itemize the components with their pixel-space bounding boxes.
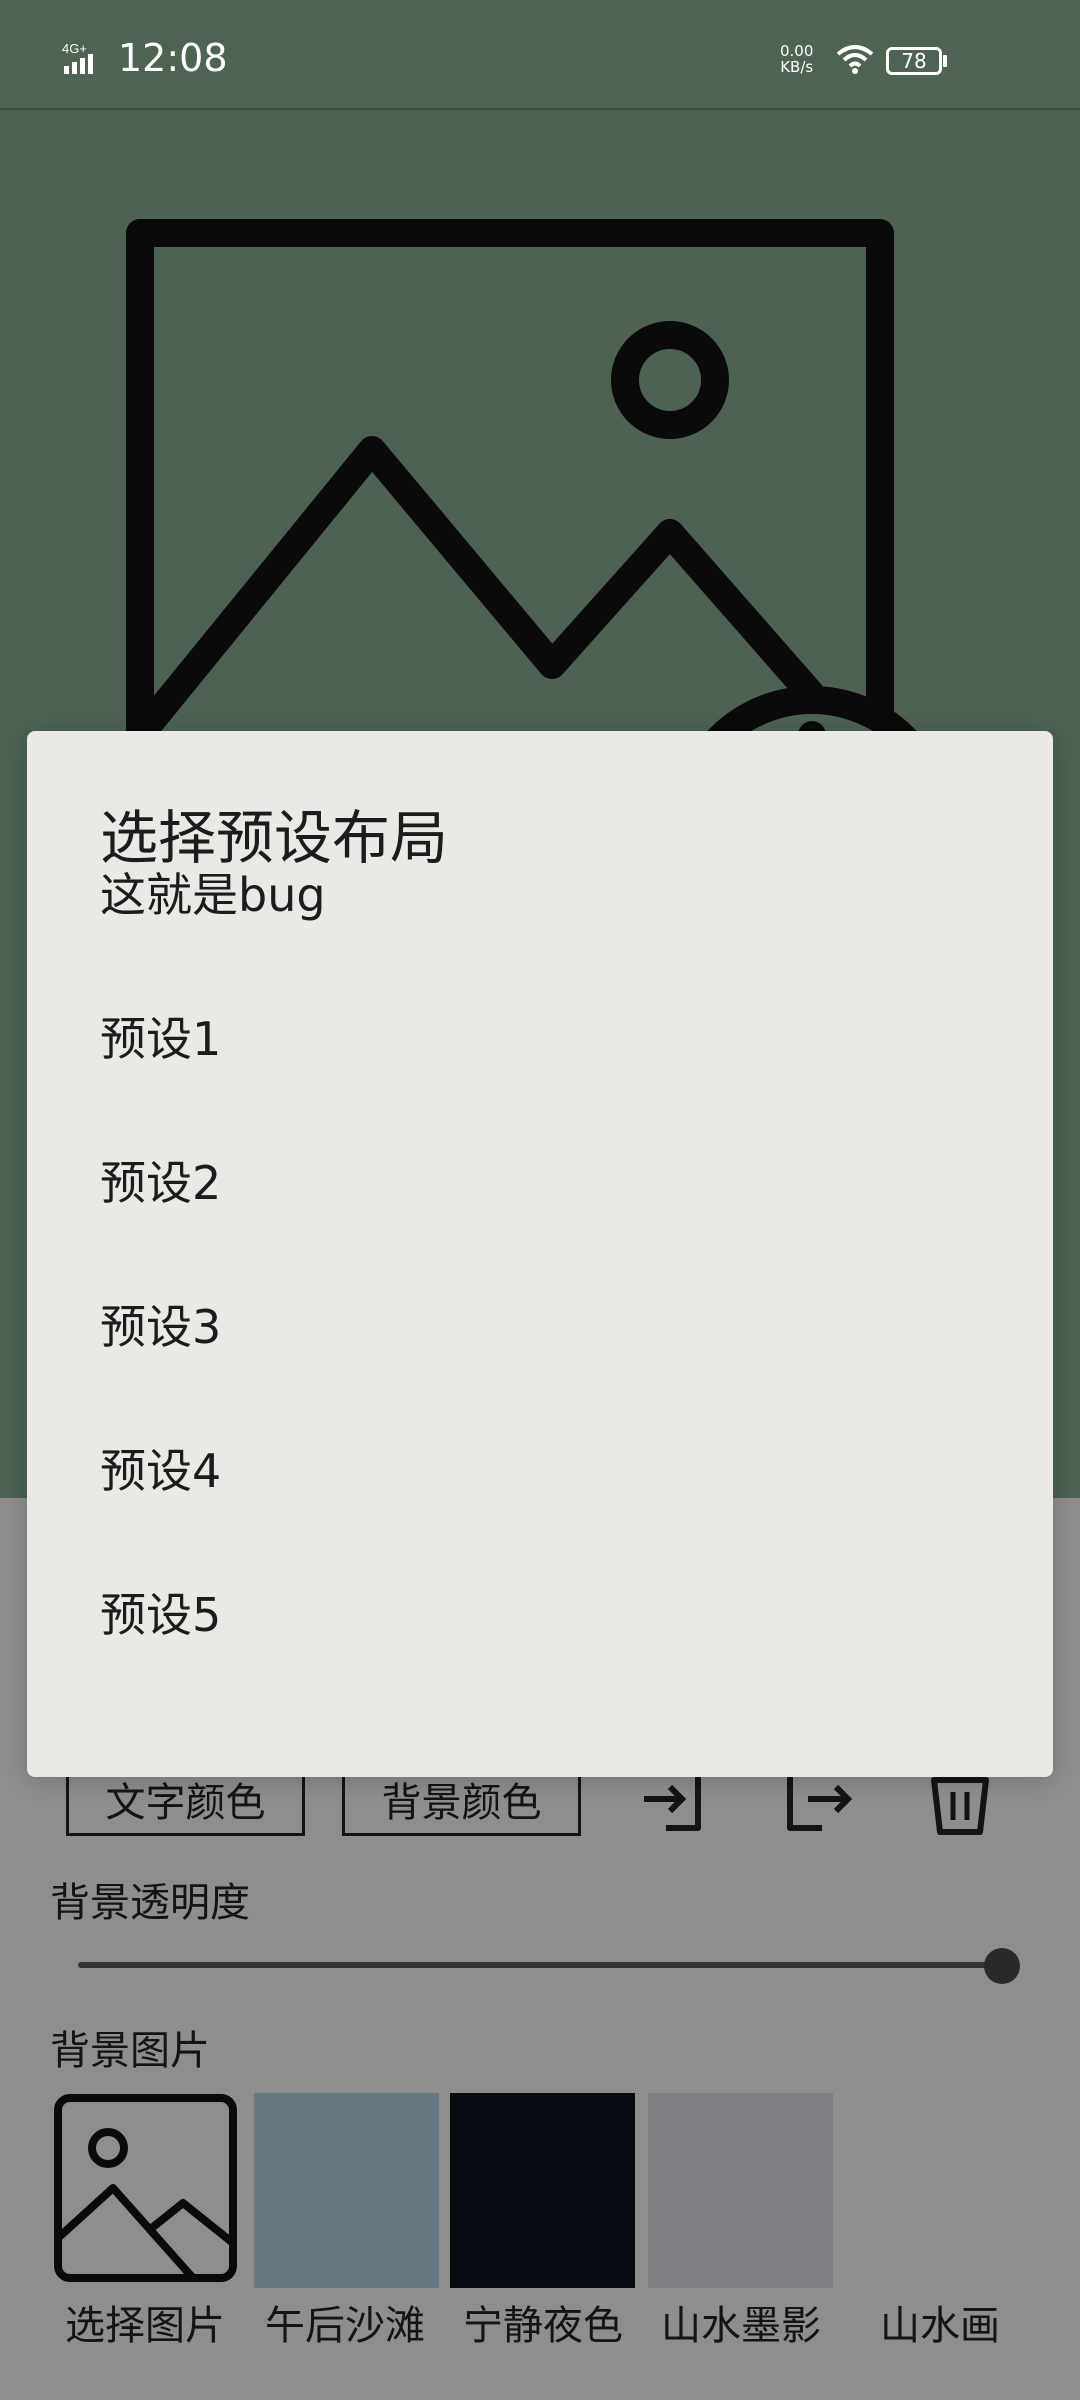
- dialog-option[interactable]: 预设5: [27, 1540, 1053, 1684]
- network-speed-value: 0.00: [780, 42, 814, 60]
- network-speed-unit: KB/s: [780, 58, 814, 76]
- preset-layout-dialog: 选择预设布局 这就是bug 预设1 预设2 预设3 预设4 预设5: [27, 731, 1053, 1777]
- dialog-option[interactable]: 预设2: [27, 1108, 1053, 1252]
- network-speed: 0.00 KB/s: [780, 43, 813, 75]
- app-screen: 文字颜色 背景颜色 背景透明度 背景图片 选择图片 午后沙滩 宁静夜色 山水墨影…: [0, 0, 1080, 2400]
- dialog-option[interactable]: 预设1: [27, 964, 1053, 1108]
- status-time: 12:08: [118, 36, 228, 80]
- cellular-signal-icon: 4G+: [62, 41, 93, 74]
- status-bar: 4G+ 12:08 0.00 KB/s 78: [0, 0, 1080, 110]
- wifi-icon: [836, 45, 874, 74]
- dialog-option[interactable]: 预设4: [27, 1396, 1053, 1540]
- dialog-option[interactable]: 这就是bug: [27, 820, 1053, 964]
- network-label: 4G+: [62, 41, 87, 56]
- dialog-option[interactable]: 预设3: [27, 1252, 1053, 1396]
- battery-indicator: 78: [886, 47, 942, 75]
- battery-tip: [943, 55, 947, 67]
